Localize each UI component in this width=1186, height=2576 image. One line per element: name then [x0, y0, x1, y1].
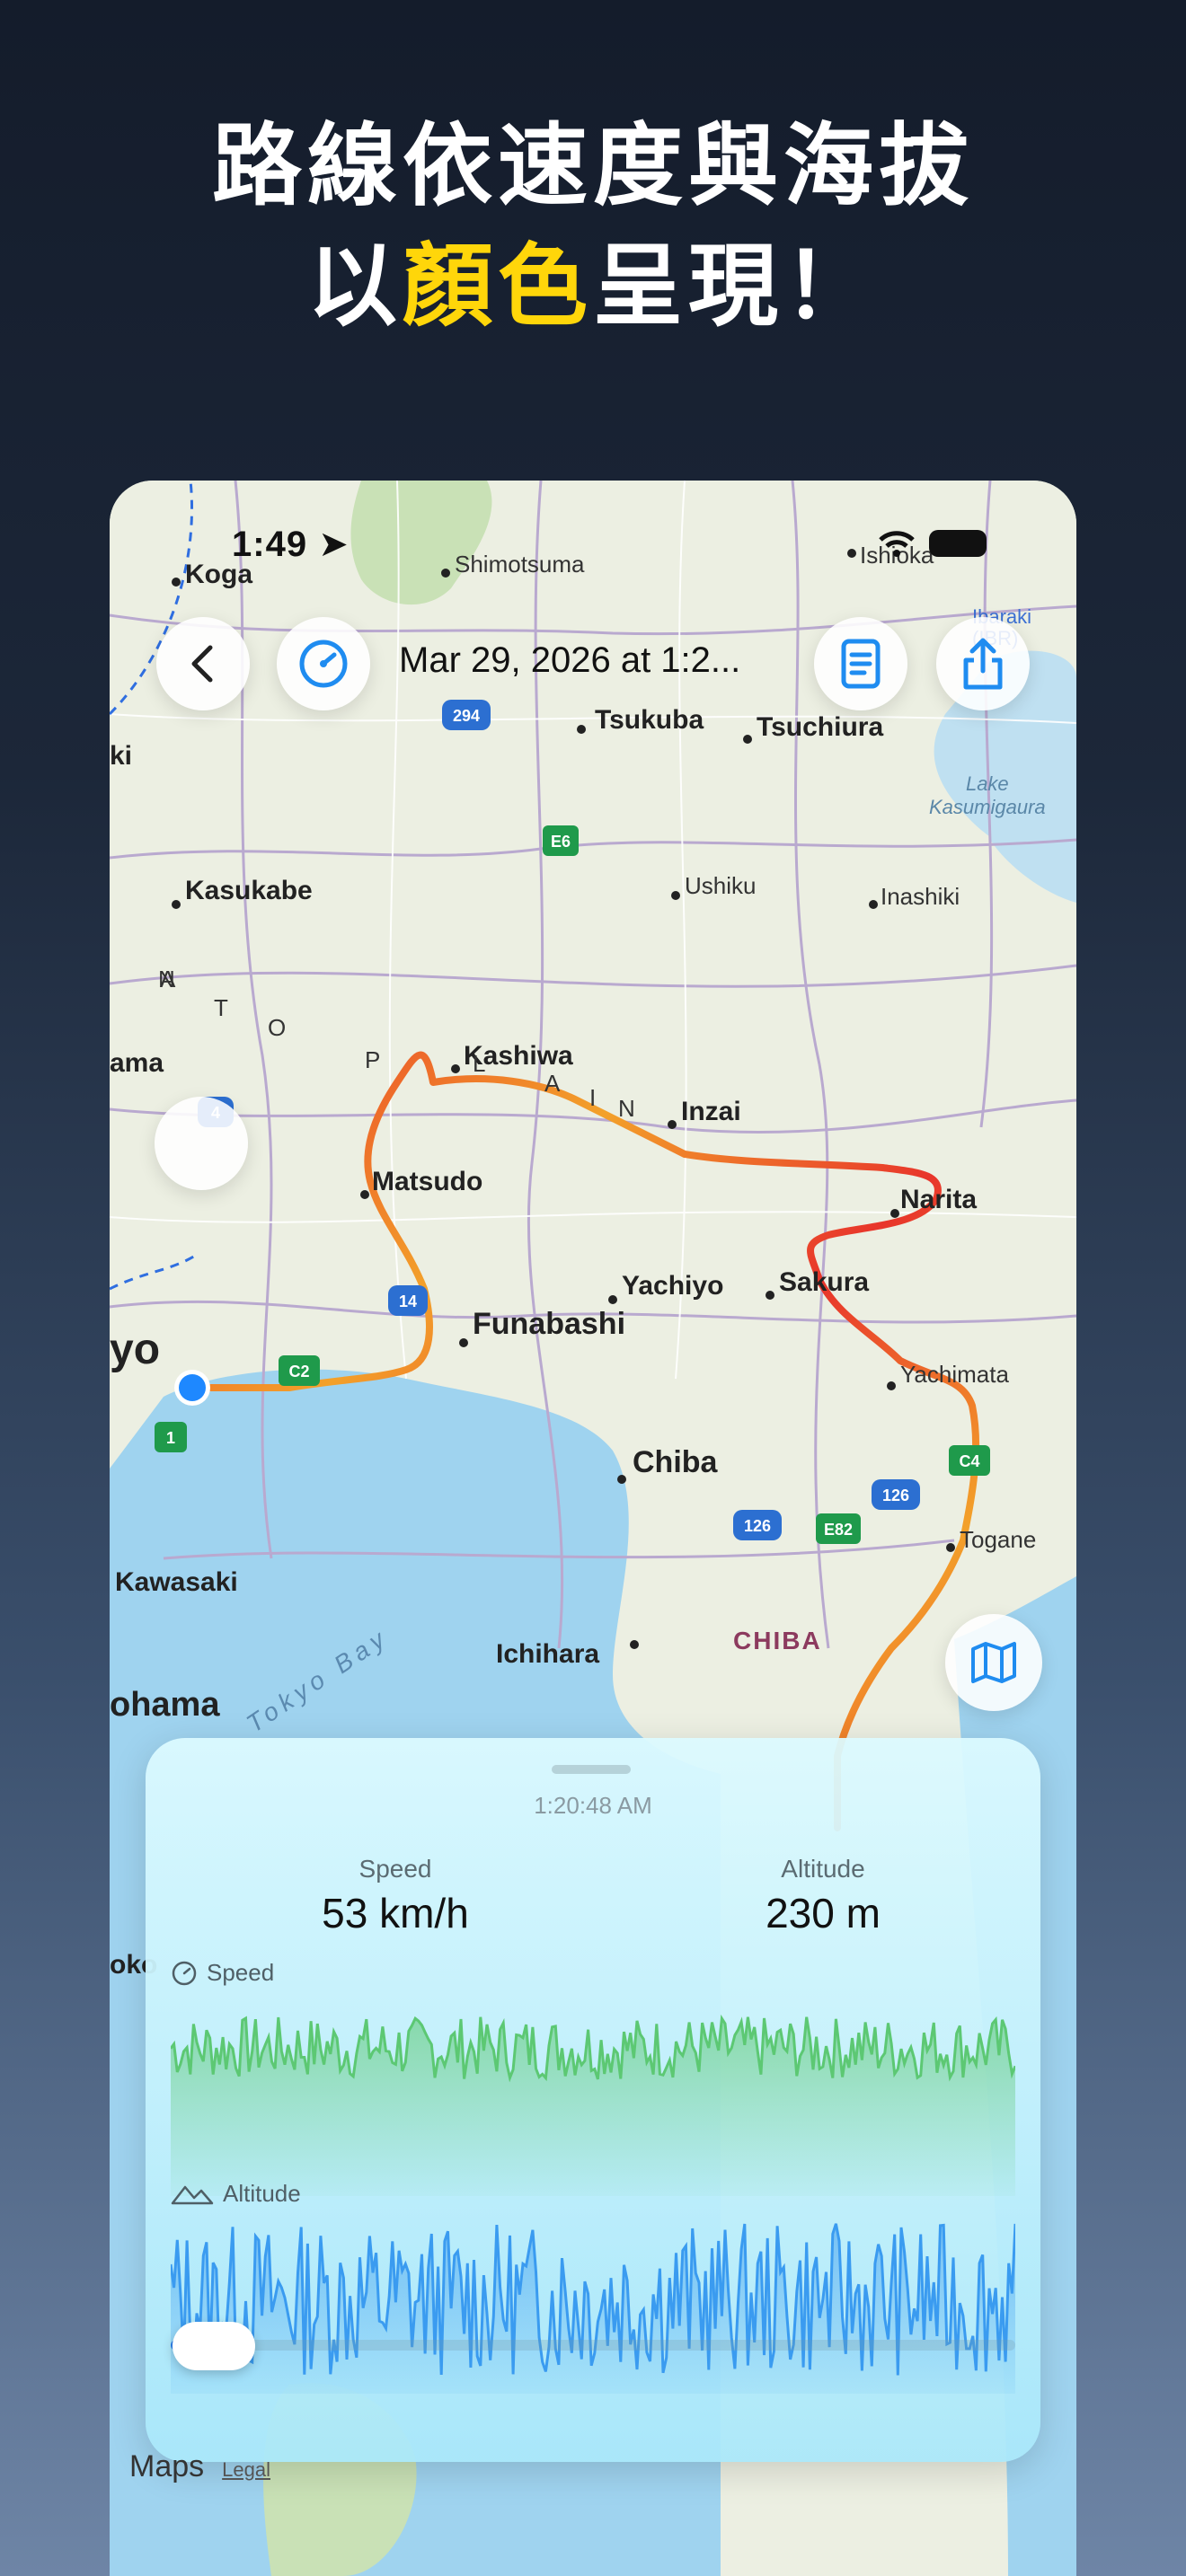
label-chiba-region: CHIBA	[733, 1627, 822, 1654]
status-icons	[877, 529, 987, 558]
label-ushiku: Ushiku	[685, 872, 757, 899]
label-tsukuba: Tsukuba	[595, 705, 704, 735]
label-ki: ki	[110, 741, 133, 771]
share-icon	[963, 638, 1003, 690]
apple-maps-logo: Maps	[129, 2449, 204, 2484]
label-tokyo-partial: yo	[110, 1326, 161, 1373]
speed-chart-label: Speed	[207, 1959, 275, 1986]
map-style-button[interactable]	[945, 1614, 1042, 1711]
speed-chart-icon	[172, 1961, 197, 1985]
label-inashiki: Inashiki	[881, 883, 960, 910]
label-kanto-o: O	[268, 1014, 287, 1041]
label-kanto-n: N	[158, 966, 177, 992]
playback-panel: 1:20:48 AM Speed 53 km/h Altitude 230 m …	[146, 1738, 1040, 2462]
label-plain-n: N	[618, 1095, 635, 1122]
phone-screen: Koga Shimotsuma Ishioka Ibaraki (IBR) Ts…	[110, 481, 1076, 2576]
status-bar: 1:49 ➤	[110, 524, 1076, 578]
label-yachimata: Yachimata	[900, 1361, 1009, 1388]
location-arrow-icon: ➤	[318, 525, 350, 564]
label-lake: Lake Kasumigaura	[929, 772, 1046, 818]
mountain-icon	[171, 2185, 214, 2204]
label-plain-l: L	[473, 1050, 486, 1077]
label-matsudo: Matsudo	[372, 1167, 483, 1196]
speed-value: 53 km/h	[322, 1890, 469, 1936]
status-time: 1:49 ➤	[232, 524, 350, 565]
sheet-grabber[interactable]	[552, 1765, 631, 1774]
legal-link[interactable]: Legal	[222, 2458, 270, 2482]
wifi-icon	[879, 531, 915, 557]
headline: 路線依速度與海拔 以顏色呈現！	[0, 106, 1186, 347]
label-togane: Togane	[960, 1526, 1037, 1553]
label-narita: Narita	[900, 1185, 978, 1214]
back-button-float[interactable]	[156, 617, 250, 710]
speed-chart[interactable]	[171, 1989, 1015, 2196]
back-button[interactable]	[155, 1097, 248, 1190]
label-yachiyo: Yachiyo	[622, 1271, 724, 1301]
details-button[interactable]	[814, 617, 907, 710]
label-chiba: Chiba	[633, 1445, 718, 1479]
track-title[interactable]: Mar 29, 2026 at 1:2...	[399, 640, 740, 681]
label-plain-i: I	[589, 1084, 597, 1111]
playback-slider-thumb[interactable]	[173, 2322, 255, 2370]
document-icon	[841, 639, 881, 689]
label-ichihara: Ichihara	[496, 1639, 600, 1669]
playback-time: 1:20:48 AM	[534, 1792, 652, 1819]
speed-mode-button[interactable]	[277, 617, 370, 710]
altitude-chart-label: Altitude	[223, 2180, 301, 2207]
current-location-dot	[179, 1374, 206, 1401]
altitude-chart[interactable]	[171, 2214, 1015, 2394]
headline-line-1: 路線依速度與海拔	[212, 113, 974, 218]
map-icon	[971, 1642, 1016, 1683]
headline-prefix: 以	[307, 234, 403, 339]
map-attribution: Maps Legal	[129, 2449, 270, 2484]
share-button[interactable]	[936, 617, 1030, 710]
chevron-left-icon	[191, 645, 213, 683]
altitude-chart-title: Altitude	[171, 2180, 301, 2208]
battery-icon	[929, 530, 987, 557]
maps-wordmark: Maps	[129, 2449, 205, 2483]
speed-label: Speed	[358, 1855, 432, 1883]
label-ama: ama	[110, 1048, 164, 1078]
altitude-label: Altitude	[781, 1855, 865, 1883]
label-yokohama-partial: ohama	[110, 1686, 220, 1724]
speed-chart-title: Speed	[171, 1959, 274, 1987]
label-kasukabe: Kasukabe	[185, 876, 313, 905]
label-tsuchiura: Tsuchiura	[757, 712, 884, 742]
label-funabashi: Funabashi	[473, 1307, 626, 1341]
playback-slider-track[interactable]	[171, 2340, 1015, 2351]
label-sakura: Sakura	[779, 1267, 870, 1297]
label-kanto-t: T	[214, 994, 228, 1021]
label-kawasaki: Kawasaki	[115, 1567, 238, 1597]
label-plain-p: P	[365, 1046, 381, 1073]
label-inzai: Inzai	[681, 1097, 741, 1126]
headline-highlight: 顏色	[403, 234, 593, 339]
headline-line-2: 以顏色呈現！	[0, 226, 1186, 347]
headline-suffix: 呈現！	[593, 234, 879, 339]
status-time-text: 1:49	[232, 525, 308, 564]
label-plain-a: A	[544, 1070, 561, 1097]
speedometer-icon	[299, 640, 348, 688]
altitude-value: 230 m	[766, 1890, 881, 1936]
